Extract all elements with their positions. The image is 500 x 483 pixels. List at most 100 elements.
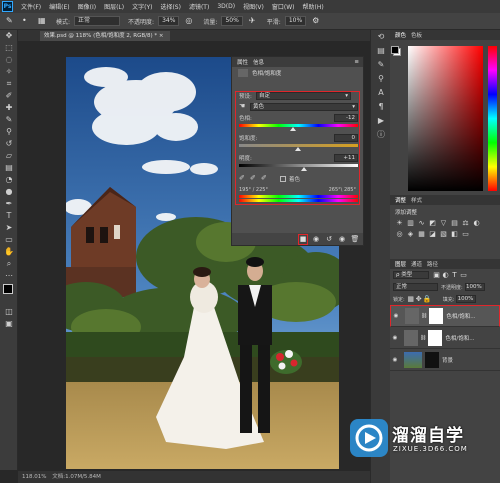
tab-layers[interactable]: 图层 [395, 260, 406, 268]
panel-menu-icon[interactable]: ≡ [354, 59, 359, 65]
preset-select[interactable]: 自定 ▾ [256, 92, 351, 100]
brightness-icon[interactable]: ☀ [395, 219, 404, 228]
menu-3d[interactable]: 3D(D) [217, 3, 235, 10]
smoothing-input[interactable]: 10% [284, 16, 307, 26]
lightness-slider-track[interactable] [239, 164, 358, 167]
tab-paths[interactable]: 路径 [427, 260, 438, 268]
menu-type[interactable]: 文字(Y) [132, 2, 152, 11]
menu-view[interactable]: 视图(V) [243, 2, 264, 11]
stamp-tool-icon[interactable]: ⚲ [0, 126, 18, 138]
tab-info[interactable]: 信息 [253, 58, 264, 66]
curves-icon[interactable]: ∿ [417, 219, 426, 228]
brush-tool-icon[interactable]: ✎ [6, 16, 16, 26]
hand-tool-icon[interactable]: ✋ [0, 246, 18, 258]
layer-filter-select[interactable]: ρ 类型 [393, 271, 429, 279]
eyedropper-tool-icon[interactable]: ✐ [0, 90, 18, 102]
eyedropper-icon[interactable]: ✐ [239, 174, 245, 182]
chain-icon[interactable]: ⛓ [421, 313, 427, 319]
tab-styles[interactable]: 样式 [411, 196, 422, 204]
menu-image[interactable]: 图像(I) [78, 2, 96, 11]
actions-panel-icon[interactable]: ▶ [371, 114, 391, 128]
brush-preset-icon[interactable]: • [22, 16, 32, 26]
levels-icon[interactable]: ▥ [406, 219, 415, 228]
pressure-opacity-icon[interactable]: ◎ [185, 16, 195, 26]
gradient-map-icon[interactable]: ▭ [461, 230, 470, 239]
filter-adjust-icon[interactable]: ◐ [441, 271, 450, 280]
view-previous-icon[interactable]: ◉ [311, 235, 321, 244]
hue-slider-knob[interactable] [290, 127, 296, 131]
pen-tool-icon[interactable]: ✒ [0, 198, 18, 210]
photo-filter-icon[interactable]: ◎ [395, 230, 404, 239]
lightness-slider-knob[interactable] [301, 167, 307, 171]
brush-tool-icon[interactable]: ✎ [0, 114, 18, 126]
lock-all-icon[interactable]: 🔒 [423, 295, 432, 304]
color-picker[interactable] [390, 40, 500, 195]
layer-row-hue-sat-1[interactable]: ◉ ⛓ 色相/饱和... [390, 327, 500, 349]
document-tab[interactable]: 效果.psd @ 118% (色相/饱和度 2, RGB/8) * × [40, 31, 170, 41]
hue-slider-track[interactable] [239, 124, 358, 127]
eye-icon[interactable]: ◉ [391, 313, 401, 319]
lightness-input[interactable]: +11 [334, 154, 358, 162]
layer-mask-thumb[interactable] [429, 308, 444, 324]
saturation-slider-knob[interactable] [295, 147, 301, 151]
blend-mode-select[interactable]: 正常 [393, 283, 438, 291]
tab-swatches[interactable]: 色板 [411, 31, 422, 39]
brush-settings-icon[interactable]: ▦ [38, 16, 48, 26]
blur-tool-icon[interactable]: ◔ [0, 174, 18, 186]
visibility-icon[interactable]: ◉ [337, 235, 347, 244]
posterize-icon[interactable]: ▧ [439, 230, 448, 239]
dodge-tool-icon[interactable]: ● [0, 186, 18, 198]
threshold-icon[interactable]: ◧ [450, 230, 459, 239]
exposure-icon[interactable]: ◩ [428, 219, 437, 228]
filter-shape-icon[interactable]: ▭ [459, 271, 468, 280]
screen-mode-icon[interactable]: ▣ [0, 318, 18, 330]
layer-opacity-input[interactable]: 100% [464, 283, 485, 291]
saturation-input[interactable]: 0 [334, 134, 358, 142]
healing-tool-icon[interactable]: ✚ [0, 102, 18, 114]
vibrance-icon[interactable]: ▽ [439, 219, 448, 228]
tab-color[interactable]: 颜色 [395, 31, 406, 39]
eyedropper-subtract-icon[interactable]: ✐ [261, 174, 267, 182]
chain-icon[interactable]: ⛓ [420, 335, 426, 341]
more-tools-icon[interactable]: ⋯ [0, 270, 18, 282]
history-brush-icon[interactable]: ↺ [0, 138, 18, 150]
eraser-tool-icon[interactable]: ▱ [0, 150, 18, 162]
menu-window[interactable]: 窗口(W) [272, 2, 295, 11]
colorize-checkbox[interactable] [280, 176, 286, 182]
shape-tool-icon[interactable]: ▭ [0, 234, 18, 246]
gear-icon[interactable]: ⚙ [312, 16, 322, 26]
color-range-bar-bottom[interactable] [239, 199, 358, 202]
invert-icon[interactable]: ◪ [428, 230, 437, 239]
zoom-tool-icon[interactable]: ⌕ [0, 258, 18, 270]
background-mask-thumb[interactable] [425, 351, 439, 368]
close-icon[interactable]: × [159, 33, 164, 39]
hue-strip[interactable] [488, 46, 497, 191]
quick-select-tool-icon[interactable]: ✧ [0, 66, 18, 78]
hue-sat-adjust-icon[interactable]: ▤ [450, 219, 459, 228]
info-panel-icon[interactable]: ⓘ [371, 128, 391, 142]
tab-adjustments[interactable]: 调整 [395, 196, 406, 204]
gradient-tool-icon[interactable]: ▤ [0, 162, 18, 174]
move-tool-icon[interactable]: ✥ [0, 30, 18, 42]
black-white-icon[interactable]: ◐ [472, 219, 481, 228]
lock-position-icon[interactable]: ✥ [415, 295, 423, 304]
fill-input[interactable]: 100% [456, 295, 477, 303]
targeted-adjustment-hand-icon[interactable]: ☚ [239, 102, 245, 110]
menu-filter[interactable]: 滤镜(T) [189, 2, 209, 11]
type-tool-icon[interactable]: T [0, 210, 18, 222]
color-fg-swatch[interactable] [391, 46, 399, 54]
eye-icon[interactable]: ◉ [390, 335, 400, 341]
menu-edit[interactable]: 编辑(E) [49, 2, 69, 11]
clip-to-layer-icon[interactable]: ■ [298, 233, 308, 245]
layer-mask-thumb[interactable] [428, 329, 443, 346]
tab-channels[interactable]: 通道 [411, 260, 422, 268]
marquee-tool-icon[interactable]: ⬚ [0, 42, 18, 54]
foreground-color-swatch[interactable] [3, 284, 13, 294]
layer-row-hue-sat-2[interactable]: ◉ ⛓ 色相/饱和... [390, 305, 500, 327]
color-swatches[interactable] [0, 282, 17, 306]
brush-panel-icon[interactable]: ✎ [371, 58, 391, 72]
airbrush-icon[interactable]: ✈ [249, 16, 259, 26]
color-lookup-icon[interactable]: ▦ [417, 230, 426, 239]
channel-select[interactable]: 黄色 ▾ [250, 103, 358, 111]
path-select-tool-icon[interactable]: ➤ [0, 222, 18, 234]
